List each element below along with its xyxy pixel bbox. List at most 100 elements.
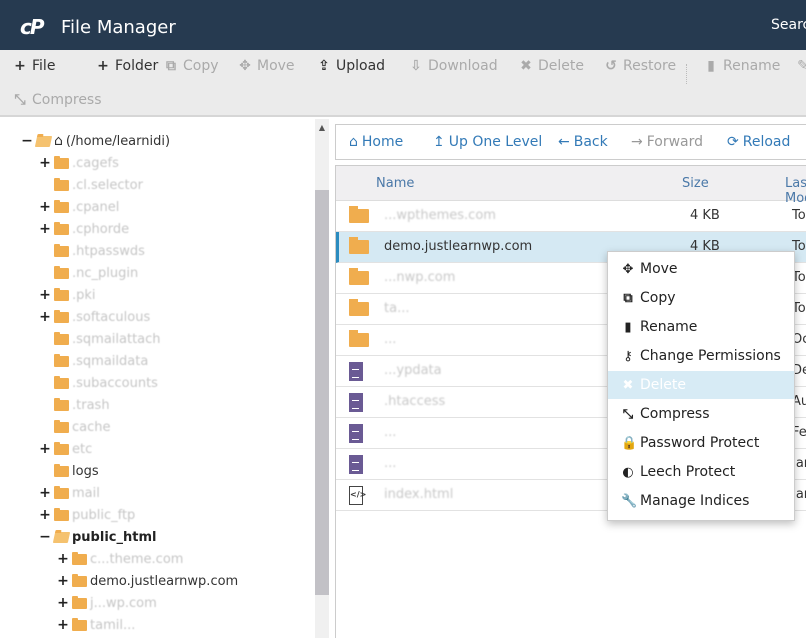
column-size[interactable]: Size bbox=[682, 176, 709, 191]
copy-icon: ⧉ bbox=[623, 290, 633, 306]
toolbar-folder-button[interactable]: + Folder bbox=[96, 58, 158, 74]
tree-item[interactable]: + c...theme.com bbox=[56, 548, 183, 570]
tree-item-label: .trash bbox=[72, 397, 110, 413]
delete-icon: ✖ bbox=[520, 58, 532, 74]
expand-icon[interactable]: + bbox=[38, 221, 52, 237]
tree-item[interactable]: + mail bbox=[38, 482, 100, 504]
expand-icon[interactable]: + bbox=[38, 309, 52, 325]
document-icon bbox=[349, 393, 363, 412]
tree-item[interactable]: + .pki bbox=[38, 284, 96, 306]
folder-icon bbox=[54, 463, 69, 477]
tree-root[interactable]: − ⌂ (/home/learnidi) bbox=[20, 130, 170, 152]
nav-button-label: Back bbox=[573, 134, 608, 150]
expand-icon[interactable]: + bbox=[38, 199, 52, 215]
nav-home-button[interactable]: ⌂ Home bbox=[349, 134, 403, 150]
file-modified: Today bbox=[792, 208, 806, 223]
toolbar-move-button[interactable]: ✥ Move bbox=[238, 58, 294, 74]
tree-item-label: public_ftp bbox=[72, 507, 136, 523]
expand-icon[interactable]: + bbox=[38, 485, 52, 501]
collapse-icon[interactable]: − bbox=[38, 529, 52, 545]
tree-item[interactable]: + demo.justlearnwp.com bbox=[56, 570, 238, 592]
tree-item[interactable]: .sqmailattach bbox=[38, 328, 161, 350]
context-menu-delete[interactable]: ✖ Delete bbox=[608, 371, 794, 399]
tree-item[interactable]: logs bbox=[38, 460, 99, 482]
tree-root-label: (/home/learnidi) bbox=[65, 133, 171, 149]
toolbar-edit-button[interactable]: ✎Edit bbox=[796, 58, 806, 74]
top-bar: cP File Manager Search bbox=[0, 0, 806, 50]
expand-icon[interactable]: + bbox=[56, 573, 70, 589]
context-menu-manage-indices[interactable]: 🔧 Manage Indices bbox=[608, 487, 794, 515]
toolbar-button-label: Folder bbox=[115, 58, 159, 74]
tree-item[interactable]: − public_html bbox=[38, 526, 156, 548]
expand-icon[interactable]: + bbox=[38, 287, 52, 303]
document-icon bbox=[349, 424, 363, 443]
tree-item-label: .cagefs bbox=[72, 155, 119, 171]
expand-icon[interactable]: + bbox=[38, 155, 52, 171]
tree-item[interactable]: .htpasswds bbox=[38, 240, 145, 262]
context-menu-leech-protect[interactable]: ◐ Leech Protect bbox=[608, 458, 794, 486]
lock-icon: 🔒 bbox=[621, 435, 638, 451]
toolbar-file-button[interactable]: + File bbox=[13, 58, 55, 74]
context-menu-compress[interactable]: ⤡ Compress bbox=[608, 400, 794, 428]
nav-button-label: Forward bbox=[646, 134, 704, 150]
folder-icon bbox=[54, 375, 69, 389]
tree-item[interactable]: + j...wp.com bbox=[56, 592, 157, 614]
column-name[interactable]: Name bbox=[376, 176, 414, 191]
expand-icon[interactable]: + bbox=[56, 595, 70, 611]
toolbar-button-label: Compress bbox=[32, 92, 102, 108]
toolbar-rename-button[interactable]: ▮ Rename bbox=[704, 58, 780, 74]
tree-item-label: demo.justlearnwp.com bbox=[90, 573, 239, 589]
tree-item[interactable]: + public_ftp bbox=[38, 504, 135, 526]
context-menu-move[interactable]: ✥ Move bbox=[608, 255, 794, 283]
toolbar-upload-button[interactable]: ⇪ Upload bbox=[317, 58, 385, 74]
tree-item[interactable]: + etc bbox=[38, 438, 92, 460]
file-name: ...ypdata bbox=[384, 363, 442, 378]
tree-item[interactable]: cache bbox=[38, 416, 111, 438]
scroll-up-arrow-icon[interactable]: ▲ bbox=[315, 121, 329, 135]
toolbar-delete-button[interactable]: ✖ Delete bbox=[519, 58, 584, 74]
tree-scrollbar-thumb[interactable] bbox=[315, 190, 329, 595]
context-menu-rename[interactable]: ▮ Rename bbox=[608, 313, 794, 341]
folder-icon bbox=[72, 573, 87, 587]
context-menu-label: Copy bbox=[640, 290, 676, 306]
nav-reload-button[interactable]: ⟳ Reload bbox=[727, 134, 790, 150]
tree-item[interactable]: + .cphorde bbox=[38, 218, 129, 240]
folder-icon bbox=[54, 485, 69, 499]
tree-item[interactable]: .subaccounts bbox=[38, 372, 158, 394]
file-name: index.html bbox=[384, 487, 454, 502]
tree-item[interactable]: .nc_plugin bbox=[38, 262, 138, 284]
context-menu-label: Delete bbox=[640, 377, 686, 393]
tree-item[interactable]: .sqmaildata bbox=[38, 350, 148, 372]
context-menu-change-permissions[interactable]: ⚷ Change Permissions bbox=[608, 342, 794, 370]
toolbar-download-button[interactable]: ⇩ Download bbox=[409, 58, 497, 74]
toolbar-compress-button[interactable]: ⤡ Compress bbox=[13, 92, 102, 108]
context-menu-copy[interactable]: ⧉ Copy bbox=[608, 284, 794, 312]
search-label[interactable]: Search bbox=[771, 17, 806, 33]
expand-icon[interactable]: + bbox=[56, 551, 70, 567]
tree-item[interactable]: .trash bbox=[38, 394, 110, 416]
toolbar-copy-button[interactable]: ⧉ Copy bbox=[164, 58, 219, 74]
file-row[interactable]: ...wpthemes.com 4 KB Today bbox=[336, 201, 806, 232]
context-menu-password-protect[interactable]: 🔒 Password Protect bbox=[608, 429, 794, 457]
expand-icon[interactable]: + bbox=[56, 617, 70, 633]
nav-forward-button[interactable]: → Forward bbox=[631, 134, 703, 150]
shield-icon: ◐ bbox=[622, 464, 634, 480]
tree-item[interactable]: + .cagefs bbox=[38, 152, 119, 174]
tree-item[interactable]: + .softaculous bbox=[38, 306, 150, 328]
collapse-icon[interactable]: − bbox=[20, 133, 34, 149]
tree-item[interactable]: + .cpanel bbox=[38, 196, 119, 218]
file-list-header: Name Size Last Modified bbox=[336, 165, 806, 206]
compress-icon: ⤡ bbox=[622, 406, 634, 422]
nav-back-button[interactable]: ← Back bbox=[558, 134, 608, 150]
plus-icon: + bbox=[97, 58, 109, 74]
home-icon: ⌂ bbox=[349, 134, 358, 150]
tree-item[interactable]: .cl.selector bbox=[38, 174, 143, 196]
tree-item-label: .pki bbox=[72, 287, 96, 303]
cpanel-logo[interactable]: cP bbox=[20, 15, 44, 39]
tree-item[interactable]: + tamil... bbox=[56, 614, 135, 636]
rename-icon: ▮ bbox=[707, 58, 715, 74]
expand-icon[interactable]: + bbox=[38, 507, 52, 523]
toolbar-restore-button[interactable]: ↺ Restore bbox=[604, 58, 676, 74]
nav-up-one-level-button[interactable]: ↥ Up One Level bbox=[433, 134, 542, 150]
expand-icon[interactable]: + bbox=[38, 441, 52, 457]
